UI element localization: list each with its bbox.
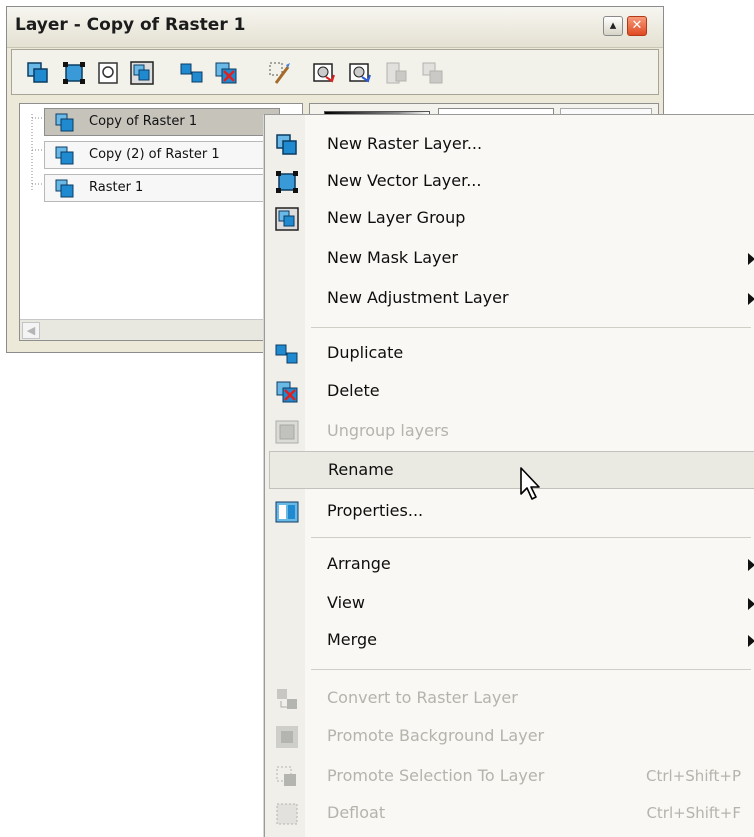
show-mask-icon[interactable] <box>312 61 336 85</box>
layer-name: Raster 1 <box>89 180 144 195</box>
menu-item-label: Delete <box>327 381 380 400</box>
delete-layer-icon[interactable] <box>214 61 238 85</box>
new-raster-layer-icon <box>275 133 299 157</box>
new-layer-group-icon[interactable] <box>130 61 154 85</box>
menu-item-label: View <box>327 593 365 612</box>
menu-item-ungroup-layers[interactable]: Ungroup layers <box>269 413 754 451</box>
edit-selection-icon[interactable] <box>268 61 292 85</box>
layer-name: Copy (2) of Raster 1 <box>89 147 220 162</box>
submenu-arrow-icon <box>748 253 754 265</box>
menu-item-convert-to-raster-layer[interactable]: Convert to Raster Layer <box>269 680 754 718</box>
menu-item-label: New Mask Layer <box>327 248 458 267</box>
raster-layer-icon <box>55 179 74 198</box>
menu-item-delete[interactable]: Delete <box>269 373 754 411</box>
menu-item-label: Rename <box>328 460 394 479</box>
palette-titlebar[interactable]: Layer - Copy of Raster 1 ▴ ✕ <box>7 7 663 48</box>
layer-tree: Copy of Raster 1 Copy (2) of Raster 1 Ra… <box>19 103 303 341</box>
menu-item-merge[interactable]: Merge <box>269 622 754 660</box>
properties-icon <box>275 500 299 524</box>
menu-item-label: Promote Background Layer <box>327 726 545 745</box>
menu-item-new-adjustment-layer[interactable]: New Adjustment Layer <box>269 280 754 318</box>
raster-layer-icon <box>55 113 74 132</box>
menu-item-label: Convert to Raster Layer <box>327 688 518 707</box>
menu-item-label: Ungroup layers <box>327 421 449 440</box>
ungroup-icon <box>275 420 299 444</box>
menu-separator <box>311 537 751 538</box>
defloat-icon <box>275 802 299 826</box>
horizontal-scrollbar[interactable]: ◀ <box>20 319 302 340</box>
menu-separator <box>311 327 751 328</box>
new-mask-layer-icon[interactable] <box>96 61 120 85</box>
close-button[interactable]: ✕ <box>627 16 647 36</box>
submenu-arrow-icon <box>748 635 754 647</box>
link-icon[interactable] <box>384 61 408 85</box>
submenu-arrow-icon <box>748 559 754 571</box>
duplicate-layer-icon[interactable] <box>180 61 204 85</box>
menu-item-label: Properties... <box>327 501 424 520</box>
raster-layer-icon <box>55 146 74 165</box>
convert-raster-icon <box>275 687 299 711</box>
hide-mask-icon[interactable] <box>348 61 372 85</box>
menu-item-label: Defloat <box>327 803 386 822</box>
layer-name: Copy of Raster 1 <box>89 114 198 129</box>
menu-item-view[interactable]: View <box>269 585 754 623</box>
promote-background-icon <box>275 725 299 749</box>
menu-item-promote-selection-to-layer[interactable]: Promote Selection To Layer Ctrl+Shift+P <box>269 758 754 796</box>
promote-selection-icon <box>275 765 299 789</box>
menu-item-rename[interactable]: Rename <box>269 451 754 489</box>
delete-icon <box>275 380 299 404</box>
menu-item-defloat[interactable]: Defloat Ctrl+Shift+F <box>269 795 754 833</box>
submenu-arrow-icon <box>748 598 754 610</box>
new-vector-layer-icon <box>275 170 299 194</box>
submenu-arrow-icon <box>748 293 754 305</box>
menu-item-new-layer-group[interactable]: New Layer Group <box>269 200 754 238</box>
menu-separator <box>311 669 751 670</box>
layer-row-copy-2-of-raster-1[interactable]: Copy (2) of Raster 1 <box>44 141 280 169</box>
menu-item-shortcut: Ctrl+Shift+P <box>646 767 741 785</box>
new-layer-group-icon <box>275 207 299 231</box>
layer-row-raster-1[interactable]: Raster 1 <box>44 174 280 202</box>
new-vector-layer-icon[interactable] <box>62 61 86 85</box>
menu-item-new-raster-layer[interactable]: New Raster Layer... <box>269 126 754 164</box>
menu-item-arrange[interactable]: Arrange <box>269 546 754 584</box>
menu-item-label: New Layer Group <box>327 208 466 227</box>
menu-item-label: Merge <box>327 630 377 649</box>
new-raster-layer-icon[interactable] <box>26 61 50 85</box>
menu-item-label: Promote Selection To Layer <box>327 766 545 785</box>
menu-item-label: New Adjustment Layer <box>327 288 509 307</box>
menu-item-label: Duplicate <box>327 343 404 362</box>
menu-item-duplicate[interactable]: Duplicate <box>269 335 754 373</box>
menu-item-properties[interactable]: Properties... <box>269 493 754 531</box>
duplicate-icon <box>275 342 299 366</box>
mouse-pointer-icon <box>520 467 540 500</box>
palette-toolbar <box>11 49 659 95</box>
menu-item-label: Arrange <box>327 554 391 573</box>
scroll-left-arrow-icon[interactable]: ◀ <box>22 322 40 339</box>
unlink-icon[interactable] <box>420 61 444 85</box>
menu-item-shortcut: Ctrl+Shift+F <box>646 804 741 822</box>
menu-item-label: New Raster Layer... <box>327 134 483 153</box>
layer-context-menu: New Raster Layer... New Vector Layer... … <box>264 114 754 837</box>
palette-title: Layer - Copy of Raster 1 <box>15 15 246 35</box>
menu-item-new-vector-layer[interactable]: New Vector Layer... <box>269 163 754 201</box>
menu-item-new-mask-layer[interactable]: New Mask Layer <box>269 240 754 278</box>
menu-item-label: New Vector Layer... <box>327 171 482 190</box>
menu-item-promote-background-layer[interactable]: Promote Background Layer <box>269 718 754 756</box>
layer-row-copy-of-raster-1[interactable]: Copy of Raster 1 <box>44 108 280 136</box>
minimize-button[interactable]: ▴ <box>603 16 623 36</box>
